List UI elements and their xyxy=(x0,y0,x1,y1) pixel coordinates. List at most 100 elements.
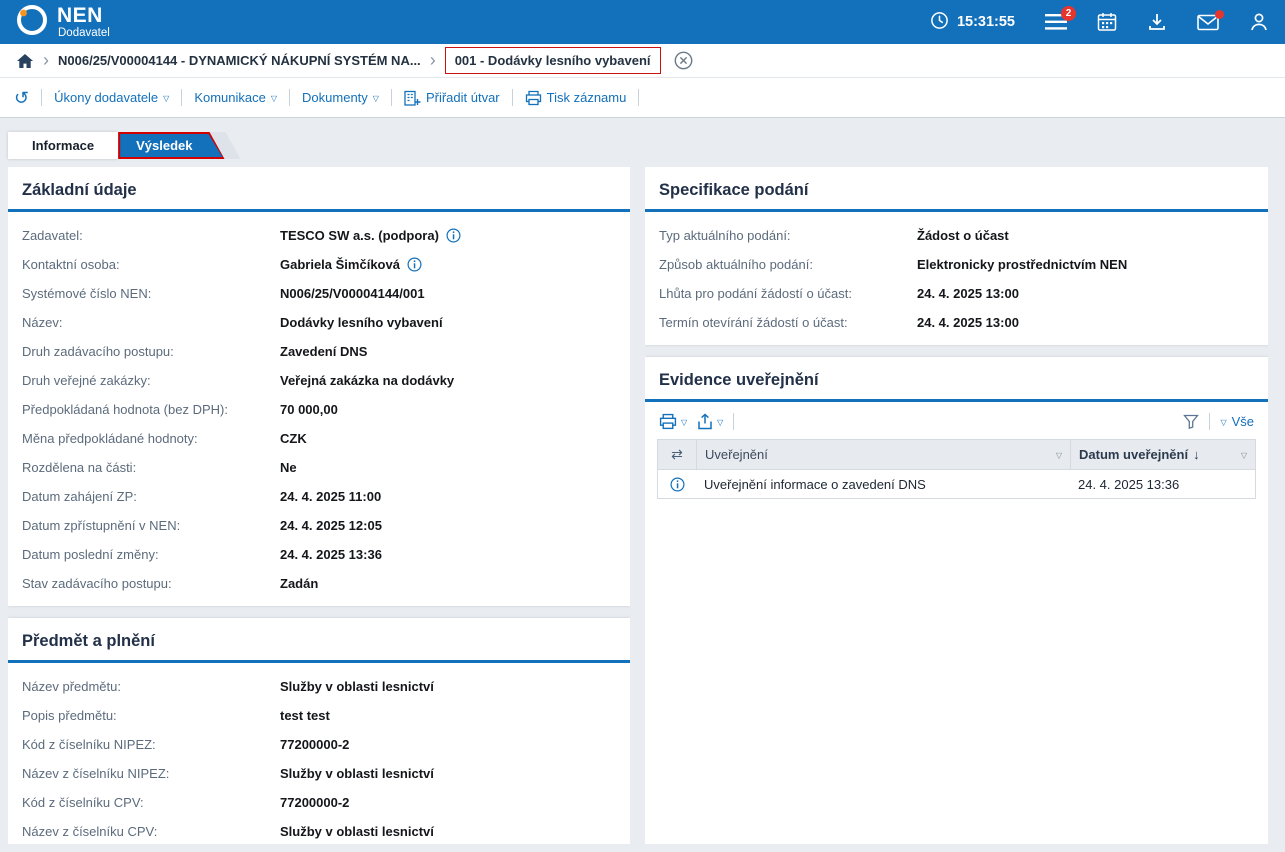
field-row: Název: Dodávky lesního vybavení xyxy=(20,308,618,337)
mail-alert-dot xyxy=(1215,10,1224,19)
filter-scope-select[interactable]: ▽ Vše xyxy=(1220,414,1254,429)
field-row: Druh zadávacího postupu: Zavedení DNS xyxy=(20,337,618,366)
app-header: NEN Dodavatel 15:31:55 2 xyxy=(0,0,1285,44)
user-icon[interactable] xyxy=(1249,12,1269,32)
field-value: 77200000-2 xyxy=(280,737,349,752)
column-header-datum-uverejneni[interactable]: Datum uveřejnění ↓ ▽ xyxy=(1070,440,1255,469)
field-label: Název předmětu: xyxy=(22,679,280,694)
field-label: Předpokládaná hodnota (bez DPH): xyxy=(22,402,280,417)
field-label: Systémové číslo NEN: xyxy=(22,286,280,301)
field-value: 24. 4. 2025 13:00 xyxy=(917,315,1019,330)
filter-icon[interactable] xyxy=(1183,414,1199,429)
tab-label: Informace xyxy=(32,138,94,153)
app-role-label: Dodavatel xyxy=(58,28,110,40)
evidence-toolbar: ▽ ▽ ▽ Vše xyxy=(657,402,1256,439)
calendar-icon[interactable] xyxy=(1097,12,1117,32)
column-header-label: Datum uveřejnění xyxy=(1079,447,1188,462)
chevron-down-icon: ▽ xyxy=(717,418,723,427)
session-timer: 15:31:55 xyxy=(930,11,1015,34)
field-row: Kód z číselníku CPV: 77200000-2 xyxy=(20,788,618,817)
field-label: Datum poslední změny: xyxy=(22,547,280,562)
toolbar-divider xyxy=(512,89,513,106)
column-filter-icon[interactable]: ▽ xyxy=(1056,451,1062,460)
toolbar-item-label: Tisk záznamu xyxy=(547,90,627,105)
field-value: 24. 4. 2025 13:00 xyxy=(917,286,1019,301)
close-icon[interactable] xyxy=(674,51,693,70)
toolbar-item-label: Úkony dodavatele xyxy=(54,90,158,105)
info-icon[interactable] xyxy=(407,257,422,272)
column-header-uverejneni[interactable]: Uveřejnění ▽ xyxy=(696,440,1070,469)
field-value: 24. 4. 2025 11:00 xyxy=(280,489,381,504)
field-value: Gabriela Šimčíková xyxy=(280,257,400,272)
toolbar-divider xyxy=(1209,413,1210,430)
tab-label: Výsledek xyxy=(136,138,192,153)
home-icon[interactable] xyxy=(16,53,34,69)
download-icon[interactable] xyxy=(1147,12,1167,32)
swap-columns-icon: ⇄ xyxy=(671,446,683,463)
field-label: Kód z číselníku CPV: xyxy=(22,795,280,810)
info-icon[interactable] xyxy=(446,228,461,243)
field-row: Rozdělena na části: Ne xyxy=(20,453,618,482)
breadcrumb: › N006/25/V00004144 - DYNAMICKÝ NÁKUPNÍ … xyxy=(0,44,1285,78)
toolbar-item-label: Přiřadit útvar xyxy=(426,90,500,105)
breadcrumb-item-procedure[interactable]: N006/25/V00004144 - DYNAMICKÝ NÁKUPNÍ SY… xyxy=(58,53,421,68)
field-value: Služby v oblasti lesnictví xyxy=(280,766,434,781)
section-evidence-uverejneni: Evidence uveřejnění ▽ ▽ xyxy=(645,357,1268,844)
export-menu-button[interactable]: ▽ xyxy=(697,413,723,430)
field-value: CZK xyxy=(280,431,307,446)
chevron-down-icon: ▽ xyxy=(1220,418,1226,427)
toolbar-divider xyxy=(733,413,734,430)
field-value: N006/25/V00004144/001 xyxy=(280,286,425,301)
nen-logo[interactable]: NEN Dodavatel xyxy=(16,4,110,41)
section-predmet-a-plneni: Předmět a plnění Název předmětu: Služby … xyxy=(8,618,630,844)
field-value: TESCO SW a.s. (podpora) xyxy=(280,228,439,243)
field-value: Dodávky lesního vybavení xyxy=(280,315,443,330)
mail-icon[interactable] xyxy=(1197,14,1219,31)
toolbar-tisk-zaznamu[interactable]: Tisk záznamu xyxy=(525,90,627,106)
toolbar-priradit-utvar[interactable]: Přiřadit útvar xyxy=(404,90,500,106)
filter-scope-value: Vše xyxy=(1232,414,1254,429)
menu-icon[interactable]: 2 xyxy=(1045,13,1067,31)
toolbar-komunikace[interactable]: Komunikace ▽ xyxy=(194,90,277,105)
field-value: Žádost o účast xyxy=(917,228,1009,243)
column-options-button[interactable]: ⇄ xyxy=(658,440,696,469)
field-label: Druh veřejné zakázky: xyxy=(22,373,280,388)
field-value: Zavedení DNS xyxy=(280,344,367,359)
field-row: Stav zadávacího postupu: Zadán xyxy=(20,569,618,598)
chevron-down-icon: ▽ xyxy=(163,94,169,103)
breadcrumb-separator-icon: › xyxy=(43,51,49,69)
field-value: Elektronicky prostřednictvím NEN xyxy=(917,257,1127,272)
section-title: Specifikace podání xyxy=(645,177,1268,212)
field-row: Kód z číselníku NIPEZ: 77200000-2 xyxy=(20,730,618,759)
tab-informace[interactable]: Informace xyxy=(8,132,118,159)
field-row: Datum poslední změny: 24. 4. 2025 13:36 xyxy=(20,540,618,569)
breadcrumb-separator-icon: › xyxy=(430,51,436,69)
column-filter-icon[interactable]: ▽ xyxy=(1241,451,1247,460)
field-label: Kód z číselníku NIPEZ: xyxy=(22,737,280,752)
field-row: Termín otevírání žádostí o účast: 24. 4.… xyxy=(657,308,1256,337)
field-label: Rozdělena na části: xyxy=(22,460,280,475)
table-row[interactable]: Uveřejnění informace o zavedení DNS 24. … xyxy=(658,469,1255,498)
tab-vysledek[interactable]: Výsledek xyxy=(118,132,224,159)
breadcrumb-item-current[interactable]: 001 - Dodávky lesního vybavení xyxy=(445,47,661,74)
toolbar-ukony-dodavatele[interactable]: Úkony dodavatele ▽ xyxy=(54,90,169,105)
field-label: Datum zahájení ZP: xyxy=(22,489,280,504)
info-icon[interactable] xyxy=(658,477,696,492)
history-icon[interactable]: ↺ xyxy=(14,89,29,107)
section-title: Základní údaje xyxy=(8,177,630,212)
field-row: Měna předpokládané hodnoty: CZK xyxy=(20,424,618,453)
field-value: 24. 4. 2025 12:05 xyxy=(280,518,382,533)
print-menu-button[interactable]: ▽ xyxy=(659,413,687,430)
action-toolbar: ↺ Úkony dodavatele ▽ Komunikace ▽ Dokume… xyxy=(0,78,1285,118)
toolbar-item-label: Dokumenty xyxy=(302,90,368,105)
section-title: Evidence uveřejnění xyxy=(645,367,1268,402)
field-row: Název z číselníku NIPEZ: Služby v oblast… xyxy=(20,759,618,788)
field-label: Popis předmětu: xyxy=(22,708,280,723)
toolbar-dokumenty[interactable]: Dokumenty ▽ xyxy=(302,90,379,105)
field-label: Název: xyxy=(22,315,280,330)
field-label: Kontaktní osoba: xyxy=(22,257,280,272)
nen-logo-icon xyxy=(16,4,48,41)
field-value: Zadán xyxy=(280,576,318,591)
field-row: Předpokládaná hodnota (bez DPH): 70 000,… xyxy=(20,395,618,424)
clock-icon xyxy=(930,11,949,34)
